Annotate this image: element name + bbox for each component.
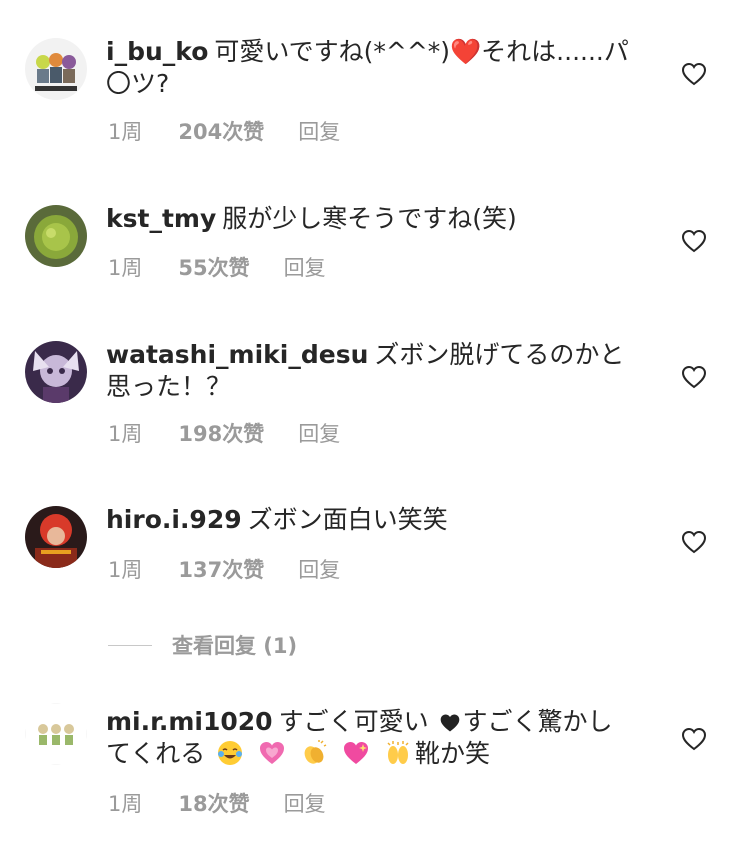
comment-time: 1周 [108, 120, 143, 144]
comment-username[interactable]: hiro.i.929 [106, 505, 242, 534]
reply-button[interactable]: 回复 [298, 421, 340, 447]
comment-body: kst_tmy 服が少し寒そうですね(笑) [106, 203, 636, 235]
comment-likes[interactable]: 137次赞 [178, 557, 264, 583]
reply-button[interactable]: 回复 [298, 119, 340, 145]
avatar-image [25, 38, 87, 100]
heart-icon[interactable] [681, 62, 707, 86]
avatar[interactable] [25, 205, 87, 267]
comment-username[interactable]: watashi_miki_desu [106, 340, 368, 369]
comment-meta: 1周 55次赞 回复 [108, 255, 326, 281]
comment-likes[interactable]: 198次赞 [178, 421, 264, 447]
avatar[interactable] [25, 506, 87, 568]
comment-text: ズボン面白い笑笑 [247, 505, 448, 534]
view-replies-divider [108, 644, 152, 646]
comment-time: 1周 [108, 256, 143, 280]
comment-meta: 1周 137次赞 回复 [108, 557, 340, 583]
heart-icon[interactable] [681, 365, 707, 389]
comment-username[interactable]: i_bu_ko [106, 37, 208, 66]
avatar[interactable] [25, 38, 87, 100]
comment-text-part1: すごく可愛い [278, 707, 429, 736]
heart-emoji-icon [440, 714, 459, 732]
comment-body: i_bu_ko 可愛いですね(*^^*)❤️それは......パ〇ツ? [106, 36, 636, 100]
avatar[interactable] [25, 703, 87, 765]
heart-icon[interactable] [681, 530, 707, 554]
comment-meta: 1周 204次赞 回复 [108, 119, 340, 145]
comment-time: 1周 [108, 422, 143, 446]
avatar-image [25, 341, 87, 403]
comment-likes[interactable]: 55次赞 [178, 255, 249, 281]
avatar-image [25, 703, 87, 765]
avatar[interactable] [25, 341, 87, 403]
comment-text: 服が少し寒そうですね(笑) [222, 204, 517, 233]
comment-meta: 1周 18次赞 回复 [108, 791, 326, 817]
comment-likes[interactable]: 18次赞 [178, 791, 249, 817]
comment-username[interactable]: kst_tmy [106, 204, 216, 233]
comment-time: 1周 [108, 558, 143, 582]
comment-body: hiro.i.929 ズボン面白い笑笑 [106, 504, 636, 536]
heart-icon[interactable] [681, 727, 707, 751]
comment-body-line2 [106, 738, 636, 770]
comment-username[interactable]: mi.r.mi1020 [106, 707, 273, 736]
avatar-image [25, 205, 87, 267]
comment-likes[interactable]: 204次赞 [178, 119, 264, 145]
heart-icon[interactable] [681, 229, 707, 253]
view-replies-button[interactable]: 查看回复 (1) [108, 630, 297, 660]
reply-button[interactable]: 回复 [284, 791, 326, 817]
view-replies-label: 查看回复 (1) [172, 634, 298, 658]
comment-time: 1周 [108, 792, 143, 816]
comment-body: watashi_miki_desu ズボン脱げてるのかと思った！？ [106, 339, 636, 403]
comment-meta: 1周 198次赞 回复 [108, 421, 340, 447]
reply-button[interactable]: 回复 [284, 255, 326, 281]
avatar-image [25, 506, 87, 568]
reply-button[interactable]: 回复 [298, 557, 340, 583]
